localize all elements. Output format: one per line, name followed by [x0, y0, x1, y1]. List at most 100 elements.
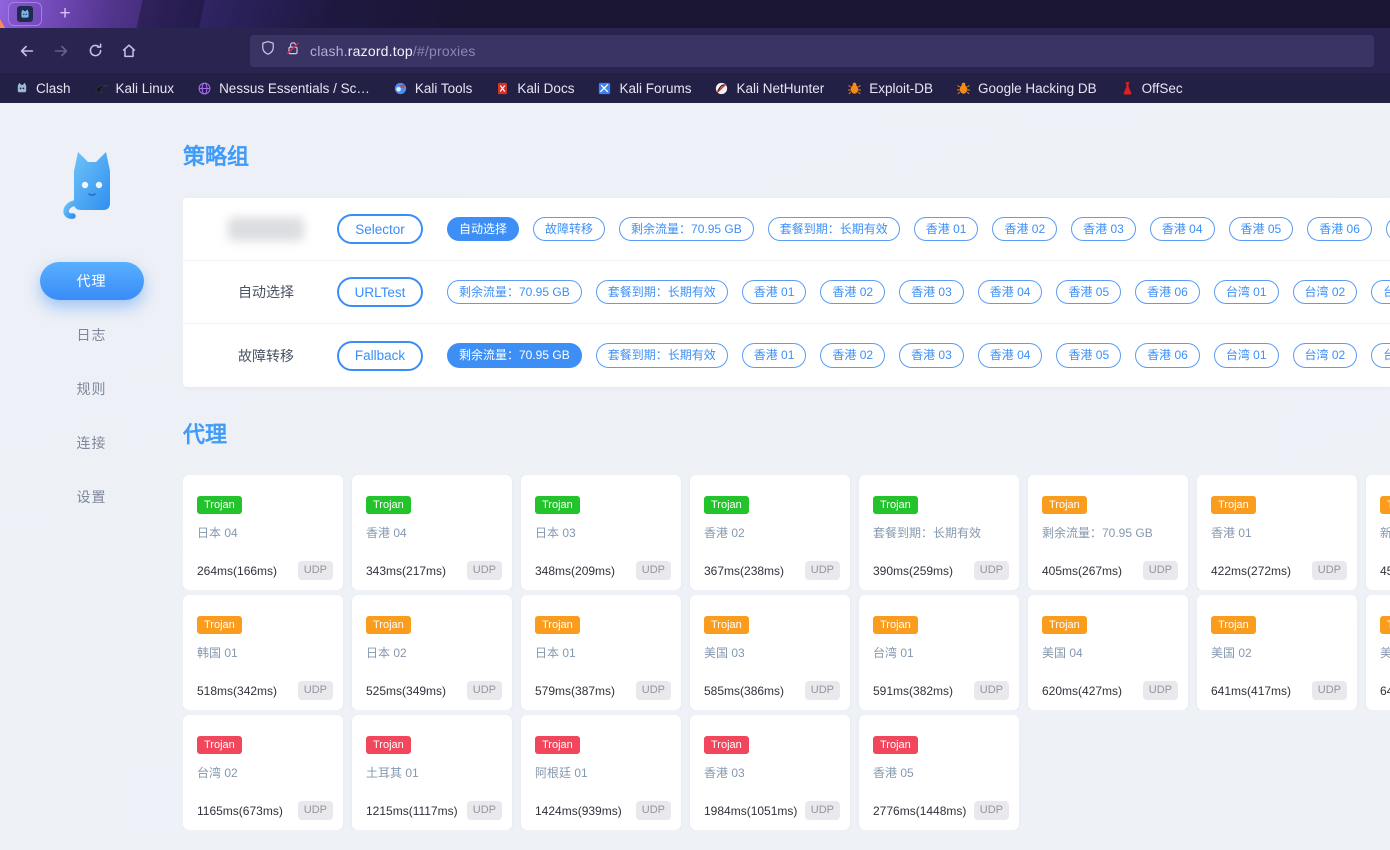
proxy-option-chip[interactable]: 香港 04 — [977, 279, 1043, 305]
protocol-badge: Trojan — [873, 736, 918, 755]
proxy-option-chip[interactable]: 套餐到期：长期有效 — [595, 279, 728, 305]
proxy-card[interactable]: Trojan 台湾 01 591ms(382ms) UDP — [859, 595, 1019, 710]
protocol-badge: Trojan — [535, 736, 580, 755]
proxy-option-chip[interactable]: 香港 06 — [1307, 216, 1372, 242]
proxy-option-chip[interactable]: 香港 04 — [1149, 216, 1215, 242]
proxy-option-chip[interactable]: 香港 05 — [1056, 343, 1122, 368]
proxy-option-chip[interactable]: 自动选择 — [447, 216, 520, 242]
bookmark-item[interactable]: Kali NetHunter — [714, 81, 824, 96]
protocol-badge: Trojan — [873, 616, 918, 635]
bookmark-item[interactable]: Kali Tools — [393, 81, 472, 96]
proxy-option-chip[interactable]: 香港 04 — [977, 343, 1043, 368]
proxy-option-chip[interactable]: 香港 01 — [913, 216, 979, 242]
tracking-shield-icon[interactable] — [260, 40, 276, 61]
sidebar-item-logs[interactable]: 日志 — [40, 308, 144, 362]
url-bar[interactable]: clash.razord.top/#/proxies — [250, 34, 1374, 67]
forward-button[interactable] — [44, 34, 78, 68]
new-tab-button[interactable]: + — [52, 0, 78, 28]
proxy-option-chip[interactable]: 剩余流量：70.95 GB — [447, 343, 582, 368]
proxy-card[interactable]: Trojan 香港 04 343ms(217ms) UDP — [352, 475, 512, 590]
proxy-card[interactable]: Trojan 香港 05 2776ms(1448ms) UDP — [859, 715, 1019, 830]
protocol-badge: Trojan — [1380, 496, 1390, 515]
proxy-card[interactable]: Trojan 台湾 02 1165ms(673ms) UDP — [183, 715, 343, 830]
proxy-card[interactable]: Trojan 阿根廷 01 1424ms(939ms) UDP — [521, 715, 681, 830]
proxy-option-chip[interactable]: 台湾 01 — [1385, 216, 1390, 242]
proxy-option-chip[interactable]: 剩余流量：70.95 GB — [447, 279, 582, 305]
bookmark-item[interactable]: Google Hacking DB — [956, 81, 1097, 96]
proxy-option-chip[interactable]: 香港 01 — [741, 343, 807, 368]
proxy-card[interactable]: Trojan 土耳其 01 1215ms(1117ms) UDP — [352, 715, 512, 830]
sidebar-item-connections[interactable]: 连接 — [40, 416, 144, 470]
proxy-option-chip[interactable]: 香港 03 — [1071, 216, 1136, 242]
bookmark-item[interactable]: OffSec — [1120, 81, 1183, 96]
proxy-card-footer: 390ms(259ms) UDP — [873, 561, 1009, 580]
sidebar-item-proxies[interactable]: 代理 — [39, 262, 144, 300]
proxy-option-chip[interactable]: 套餐到期：长期有效 — [767, 216, 900, 242]
proxy-card[interactable]: Trojan 日本 03 348ms(209ms) UDP — [521, 475, 681, 590]
proxy-option-chip[interactable]: 香港 02 — [820, 279, 886, 305]
protocol-badge: Trojan — [1042, 496, 1087, 515]
reload-button[interactable] — [78, 34, 112, 68]
bug-icon — [956, 81, 971, 96]
proxy-card[interactable]: Trojan 剩余流量：70.95 GB 405ms(267ms) UDP — [1028, 475, 1188, 590]
proxy-card[interactable]: Trojan 套餐到期：长期有效 390ms(259ms) UDP — [859, 475, 1019, 590]
proxy-option-chip[interactable]: 台湾 03 — [1371, 343, 1390, 368]
proxy-option-chip[interactable]: 香港 01 — [741, 279, 807, 305]
proxy-card[interactable]: Trojan 日本 04 264ms(166ms) UDP — [183, 475, 343, 590]
proxy-option-chip[interactable]: 香港 06 — [1135, 343, 1200, 368]
proxy-card[interactable]: Trojan 香港 03 1984ms(1051ms) UDP — [690, 715, 850, 830]
proxy-option-chip[interactable]: 香港 05 — [1228, 216, 1294, 242]
bookmark-item[interactable]: Kali Forums — [597, 81, 691, 96]
sidebar-item-rules[interactable]: 规则 — [40, 362, 144, 416]
redacted-name-blur — [228, 217, 304, 241]
proxy-option-chip[interactable]: 台湾 01 — [1213, 343, 1279, 368]
proxy-card[interactable]: Trojan 美国 02 641ms(417ms) UDP — [1197, 595, 1357, 710]
proxy-card-footer: 591ms(382ms) UDP — [873, 681, 1009, 700]
proxy-option-chip[interactable]: 香港 02 — [820, 343, 886, 368]
proxy-option-chip[interactable]: 剩余流量：70.95 GB — [619, 216, 754, 242]
proxy-card[interactable]: Trojan 新加坡 01 45UDP — [1366, 475, 1390, 590]
udp-badge: UDP — [804, 801, 840, 820]
browser-tab-clash[interactable] — [8, 2, 42, 26]
proxy-card[interactable]: Trojan 香港 01 422ms(272ms) UDP — [1197, 475, 1357, 590]
bookmark-item[interactable]: Exploit-DB — [847, 81, 933, 96]
bookmark-item[interactable]: Nessus Essentials / Sc… — [197, 81, 370, 96]
proxy-option-chip[interactable]: 台湾 02 — [1292, 279, 1358, 305]
proxy-option-chip[interactable]: 故障转移 — [533, 216, 606, 242]
home-button[interactable] — [112, 34, 146, 68]
bookmark-label: OffSec — [1141, 80, 1183, 96]
udp-badge: UDP — [1311, 681, 1347, 700]
proxy-option-chip[interactable]: 香港 02 — [992, 216, 1058, 242]
proxy-card[interactable]: Trojan 日本 01 579ms(387ms) UDP — [521, 595, 681, 710]
proxy-card-footer: 1215ms(1117ms) UDP — [366, 801, 502, 820]
proxy-option-chip[interactable]: 香港 05 — [1056, 279, 1122, 305]
proxy-option-chip[interactable]: 套餐到期：长期有效 — [595, 343, 728, 368]
proxy-card-footer: 518ms(342ms) UDP — [197, 681, 333, 700]
proxy-card[interactable]: Trojan 美国 04 620ms(427ms) UDP — [1028, 595, 1188, 710]
proxy-option-chip[interactable]: 香港 06 — [1135, 279, 1200, 305]
insecure-lock-icon[interactable] — [285, 40, 301, 61]
proxy-option-chip[interactable]: 台湾 01 — [1213, 279, 1279, 305]
proxy-cards-grid: Trojan 日本 04 264ms(166ms) UDP Trojan 香港 04 343… — [183, 475, 1390, 830]
proxy-name: 阿根廷 01 — [535, 766, 588, 781]
proxy-option-chip[interactable]: 台湾 03 — [1371, 279, 1390, 305]
udp-badge: UDP — [973, 801, 1009, 820]
proxy-option-chip[interactable]: 香港 03 — [899, 279, 964, 305]
proxy-card[interactable]: Trojan 韩国 01 518ms(342ms) UDP — [183, 595, 343, 710]
proxy-card[interactable]: Trojan 美国 01 64UDP — [1366, 595, 1390, 710]
bookmark-item[interactable]: Clash — [14, 81, 71, 96]
proxy-option-chip[interactable]: 台湾 02 — [1292, 343, 1358, 368]
proxies-title: 代理 — [183, 422, 228, 447]
proxy-option-chip[interactable]: 香港 03 — [899, 343, 964, 368]
bug-icon — [847, 81, 862, 96]
proxy-card[interactable]: Trojan 香港 02 367ms(238ms) UDP — [690, 475, 850, 590]
back-button[interactable] — [10, 34, 44, 68]
sidebar-item-settings[interactable]: 设置 — [40, 470, 144, 524]
latency-value: 518ms(342ms) — [197, 683, 278, 698]
udp-badge: UDP — [466, 561, 502, 580]
proxy-card[interactable]: Trojan 美国 03 585ms(386ms) UDP — [690, 595, 850, 710]
bookmark-item[interactable]: Kali Docs — [495, 81, 574, 96]
bookmark-item[interactable]: Kali Linux — [94, 81, 174, 96]
proxy-card[interactable]: Trojan 日本 02 525ms(349ms) UDP — [352, 595, 512, 710]
bookmark-label: Clash — [36, 80, 71, 96]
